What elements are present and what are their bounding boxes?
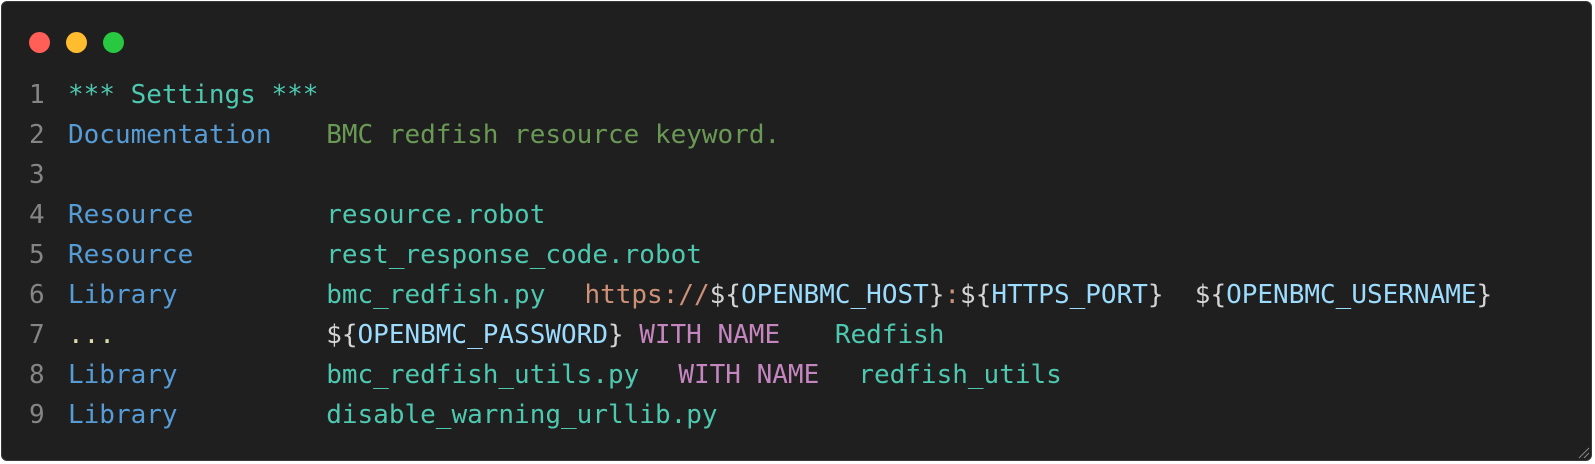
- code-token-value: resource.robot: [326, 200, 546, 230]
- code-token-variable-brace: ${: [960, 280, 992, 310]
- code-token-variable-brace: }: [1147, 280, 1164, 310]
- code-token-variable-brace: ${: [1194, 280, 1227, 310]
- minimize-button[interactable]: [66, 32, 87, 53]
- code-token-variable-brace: ${: [709, 280, 741, 310]
- code-line: 9 Library disable_warning_urllib.py: [2, 395, 1591, 435]
- code-token-variable-brace: }: [607, 320, 624, 350]
- line-number: 6: [29, 280, 45, 310]
- code-window: 1 *** Settings *** 2 Documentation BMC redfi…: [1, 1, 1592, 461]
- code-token-value: rest_response_code.robot: [326, 240, 702, 270]
- code-token-setting-keyword: Resource: [68, 240, 194, 270]
- code-line: 2 Documentation BMC redfish resource keywo…: [2, 115, 1591, 155]
- code-token-setting-keyword: Library: [68, 360, 178, 390]
- code-editor: 1 *** Settings *** 2 Documentation BMC redfi…: [2, 75, 1591, 435]
- code-line: 1 *** Settings ***: [2, 75, 1591, 115]
- code-line: 4 Resource resource.robot: [2, 195, 1591, 235]
- code-token-variable: OPENBMC_USERNAME: [1226, 280, 1477, 310]
- code-token-value: Redfish: [834, 320, 945, 350]
- code-token-setting-keyword: Library: [68, 400, 178, 430]
- code-token-documentation-text: BMC redfish resource keyword.: [326, 120, 781, 150]
- line-number: 8: [29, 360, 45, 390]
- zoom-button[interactable]: [103, 32, 124, 53]
- line-number: 2: [29, 120, 45, 150]
- code-token-setting-keyword: Resource: [68, 200, 194, 230]
- code-token-setting-keyword: Documentation: [68, 120, 272, 150]
- code-token-value: redfish_utils: [858, 360, 1062, 390]
- code-line: 7... ${OPENBMC_PASSWORD} WITH NAME Redfish: [2, 315, 1591, 355]
- code-line: 3: [2, 155, 1591, 195]
- code-token-variable-brace: }: [1476, 280, 1493, 310]
- code-line: 6 Library bmc_redfish.py https://${OPENBMC_…: [2, 275, 1591, 315]
- code-token-value: bmc_redfish.py: [326, 280, 546, 310]
- line-number: 4: [29, 200, 45, 230]
- code-token-variable-brace: }: [928, 280, 945, 310]
- code-token-section-header: *** Settings ***: [68, 80, 319, 110]
- code-token-with-name: WITH NAME: [639, 320, 781, 350]
- close-button[interactable]: [29, 32, 50, 53]
- code-token-value: bmc_redfish_utils.py: [326, 360, 640, 390]
- line-number: 3: [29, 160, 45, 190]
- code-token-setting-keyword: Library: [68, 280, 178, 310]
- line-number: 1: [29, 80, 45, 110]
- code-token-variable: OPENBMC_PASSWORD: [357, 320, 608, 350]
- code-token-variable: OPENBMC_HOST: [740, 280, 929, 310]
- code-token-variable-brace: ${: [326, 320, 358, 350]
- code-line: 8 Library bmc_redfish_utils.py WITH NAME red…: [2, 355, 1591, 395]
- code-line: 5 Resource rest_response_code.robot: [2, 235, 1591, 275]
- code-token-url-scheme: https://: [584, 280, 710, 310]
- code-token-continuation: ...: [68, 320, 115, 350]
- line-number: 7: [29, 320, 45, 350]
- code-token-variable: HTTPS_PORT: [991, 280, 1148, 310]
- code-token-with-name: WITH NAME: [678, 360, 820, 390]
- line-number: 5: [29, 240, 45, 270]
- code-token-url-scheme: :: [944, 280, 961, 310]
- line-number: 9: [29, 400, 45, 430]
- code-token-value: disable_warning_urllib.py: [326, 400, 718, 430]
- resize-grip-icon[interactable]: [1578, 447, 1590, 459]
